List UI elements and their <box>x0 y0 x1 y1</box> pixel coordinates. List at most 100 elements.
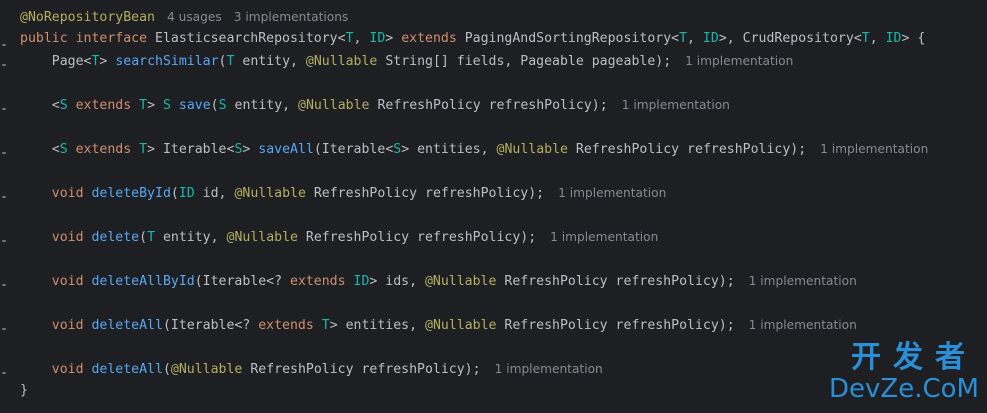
watermark: 开发者 DevZe.CoM <box>829 341 979 405</box>
watermark-en: DevZe.CoM <box>829 374 979 404</box>
type-param: S <box>162 98 171 113</box>
method-deleteall[interactable]: deleteAll <box>91 318 162 333</box>
implementation-hint[interactable]: 1 implementation <box>685 54 793 68</box>
code-line-saveall[interactable]: <S extends T> Iterable<S> saveAll(Iterab… <box>20 138 929 160</box>
implementations-hint[interactable]: 3 implementations <box>234 10 349 24</box>
code-line-deletebyid[interactable]: void deleteById(ID id, @Nullable Refresh… <box>20 182 667 204</box>
code-text: RefreshPolicy refreshPolicy); <box>496 318 735 333</box>
type-param: ID <box>885 31 902 46</box>
code-text: > entities, <box>401 142 497 157</box>
implementation-hint[interactable]: 1 implementation <box>820 142 928 156</box>
paging-type[interactable]: PagingAndSortingRepository< <box>457 31 679 46</box>
punct: , <box>353 31 370 46</box>
code-line-deleteall[interactable]: void deleteAll(@Nullable RefreshPolicy r… <box>20 358 603 380</box>
code-text: (Iterable< <box>313 142 394 157</box>
gutter-marker <box>2 64 6 66</box>
method-save[interactable]: save <box>179 98 211 113</box>
code-text: > Iterable< <box>147 142 235 157</box>
type-param: ID <box>369 31 386 46</box>
code-text: ( <box>170 186 179 201</box>
code-text: Page< <box>20 54 92 69</box>
gutter-marker <box>2 284 6 286</box>
code-text: entity, <box>226 98 299 113</box>
punct: > <box>385 31 402 46</box>
punct: > { <box>901 31 926 46</box>
annotation-nullable: @Nullable <box>170 362 243 377</box>
code-text: id, <box>194 186 235 201</box>
method-deleteallbyid[interactable]: deleteAllById <box>91 274 194 289</box>
code-line-delete[interactable]: void delete(T entity, @Nullable RefreshP… <box>20 226 659 248</box>
keyword-void: void <box>51 186 84 201</box>
code-text: RefreshPolicy refreshPolicy); <box>242 362 481 377</box>
gutter-marker <box>2 152 6 154</box>
keyword-extends: extends <box>75 142 132 157</box>
code-text: > ids, <box>369 274 425 289</box>
code-text: RefreshPolicy refreshPolicy); <box>305 186 545 201</box>
implementation-hint[interactable]: 1 implementation <box>622 98 730 112</box>
method-saveall[interactable]: saveAll <box>258 142 314 157</box>
annotation-nullable: @Nullable <box>234 186 306 201</box>
implementation-hint[interactable]: 1 implementation <box>495 362 603 376</box>
type-param: T <box>861 31 870 46</box>
crud-type[interactable]: >, CrudRepository< <box>719 31 862 46</box>
code-text: ( <box>139 230 148 245</box>
code-line-searchsimilar[interactable]: Page<T> searchSimilar(T entity, @Nullabl… <box>20 50 794 72</box>
usages-hint[interactable]: 4 usages <box>167 10 222 24</box>
type-param: T <box>139 98 148 113</box>
code-text: (Iterable<? <box>194 274 290 289</box>
code-text: entity, <box>234 54 306 69</box>
annotation-nullable: @Nullable <box>305 54 378 69</box>
implementation-hint[interactable]: 1 implementation <box>550 230 658 244</box>
type-param: S <box>59 142 68 157</box>
code-text: (Iterable<? <box>162 318 259 333</box>
keyword-void: void <box>51 318 84 333</box>
keyword-void: void <box>51 274 84 289</box>
code-text: RefreshPolicy refreshPolicy); <box>369 98 608 113</box>
code-text: > entities, <box>329 318 425 333</box>
type-param: T <box>147 230 156 245</box>
method-deleteall[interactable]: deleteAll <box>91 362 162 377</box>
type-param: S <box>218 98 227 113</box>
code-line-annotation[interactable]: @NoRepositoryBean 4 usages 3 implementatio… <box>20 6 348 28</box>
gutter-marker <box>2 108 6 110</box>
code-text: String[] fields, Pageable pageable); <box>377 54 672 69</box>
keyword-extends: extends <box>289 274 346 289</box>
implementation-hint[interactable]: 1 implementation <box>749 274 857 288</box>
code-text: RefreshPolicy refreshPolicy); <box>496 274 735 289</box>
implementation-hint[interactable]: 1 implementation <box>749 318 857 332</box>
annotation-nullable: @Nullable <box>425 318 497 333</box>
keyword-extends: extends <box>75 98 132 113</box>
code-text: RefreshPolicy refreshPolicy); <box>297 230 537 245</box>
code-line-interface[interactable]: public interface ElasticsearchRepository… <box>20 28 925 50</box>
code-line-close[interactable]: } <box>20 380 28 402</box>
method-searchsimilar[interactable]: searchSimilar <box>115 54 218 69</box>
method-delete[interactable]: delete <box>91 230 139 245</box>
gutter-marker <box>2 44 6 46</box>
code-text: < <box>20 142 60 157</box>
punct: , <box>687 31 703 46</box>
gutter-marker <box>2 328 6 330</box>
gutter-marker <box>2 372 6 374</box>
annotation-nullable: @Nullable <box>298 98 370 113</box>
method-deletebyid[interactable]: deleteById <box>91 186 170 201</box>
implementation-hint[interactable]: 1 implementation <box>558 186 666 200</box>
code-line-save[interactable]: <S extends T> S save(S entity, @Nullable… <box>20 94 730 116</box>
annotation-nullable: @Nullable <box>496 142 568 157</box>
type-param: T <box>321 318 330 333</box>
interface-name[interactable]: ElasticsearchRepository< <box>147 31 346 46</box>
annotation-nullable: @Nullable <box>424 274 497 289</box>
keyword-void: void <box>51 362 84 377</box>
keyword-public: public <box>20 31 68 46</box>
type-param: ID <box>178 186 195 201</box>
keyword-extends: extends <box>401 31 457 46</box>
code-line-deleteall-iterable[interactable]: void deleteAll(Iterable<? extends T> ent… <box>20 314 857 336</box>
annotation-norepositorybean[interactable]: @NoRepositoryBean <box>20 10 155 25</box>
code-line-deleteallbyid[interactable]: void deleteAllById(Iterable<? extends ID… <box>20 270 857 292</box>
code-text: > <box>99 54 116 69</box>
type-param: T <box>139 142 148 157</box>
